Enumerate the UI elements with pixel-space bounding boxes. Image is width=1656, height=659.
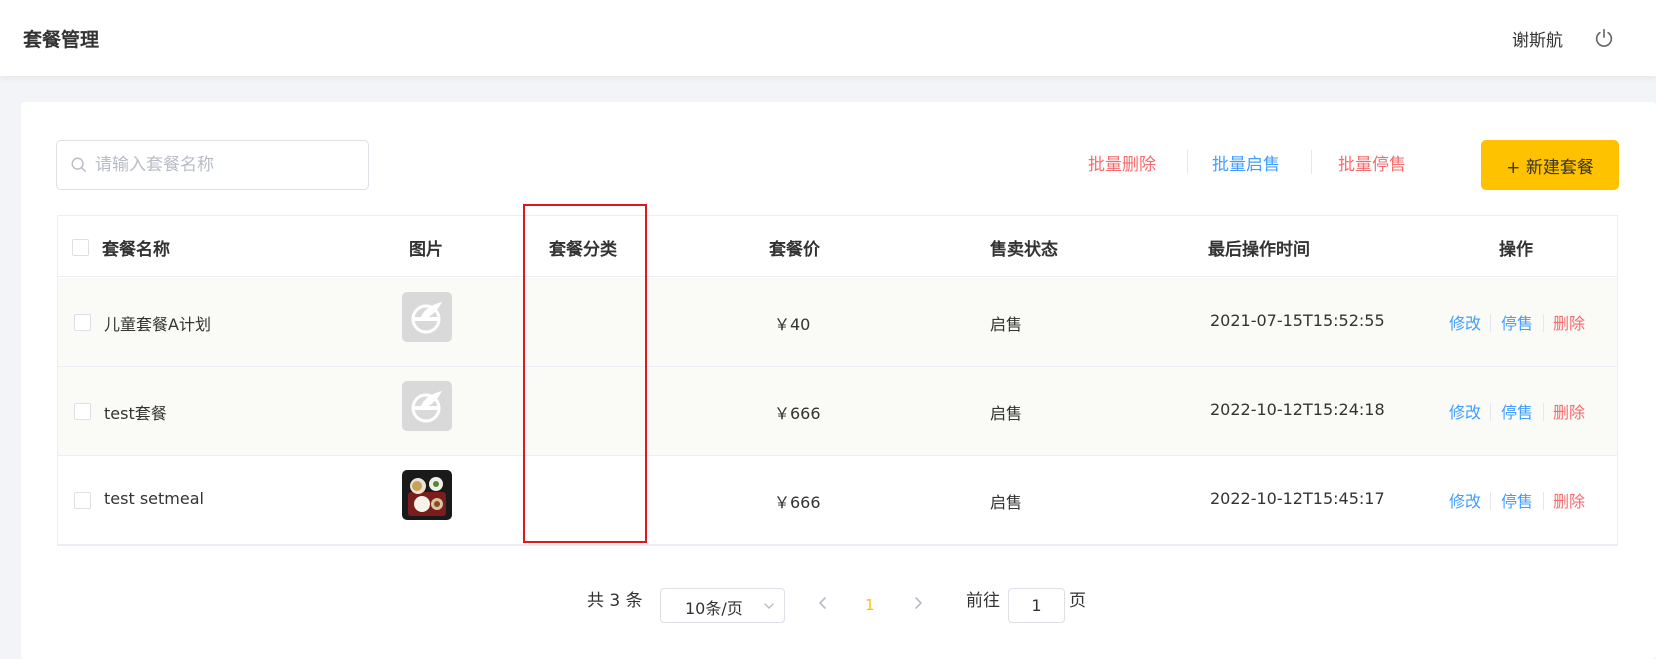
power-icon[interactable] xyxy=(1593,27,1615,49)
top-bar: 套餐管理 谢斯航 xyxy=(0,0,1656,76)
disable-link[interactable]: 停售 xyxy=(1501,310,1533,334)
setmeal-price: ￥40 xyxy=(774,315,811,334)
goto-page-input[interactable] xyxy=(1008,588,1065,623)
setmeal-table: 套餐名称 图片 套餐分类 套餐价 售卖状态 最后操作时间 操作 儿童套餐A计划 … xyxy=(57,215,1618,546)
setmeal-updated: 2022-10-12T15:24:18 xyxy=(1210,400,1385,419)
batch-disable-button[interactable]: 批量停售 xyxy=(1338,150,1406,175)
next-page-icon[interactable] xyxy=(910,594,926,612)
column-header-category: 套餐分类 xyxy=(549,240,617,260)
prev-page-icon[interactable] xyxy=(815,594,831,612)
goto-prefix: 前往 xyxy=(966,591,1000,611)
setmeal-name: test套餐 xyxy=(104,404,167,423)
new-setmeal-button[interactable]: + 新建套餐 xyxy=(1481,140,1619,190)
goto-suffix: 页 xyxy=(1069,591,1086,611)
column-header-actions: 操作 xyxy=(1499,240,1533,260)
edit-link[interactable]: 修改 xyxy=(1449,399,1481,423)
row-checkbox[interactable] xyxy=(74,314,91,331)
divider xyxy=(1490,492,1491,510)
divider xyxy=(1490,403,1491,421)
table-row: test setmeal ￥666 启售 2022-10-12T15:45:17… xyxy=(58,456,1617,545)
chevron-down-icon xyxy=(764,603,774,609)
setmeal-updated: 2022-10-12T15:45:17 xyxy=(1210,489,1385,508)
setmeal-price: ￥666 xyxy=(774,493,821,512)
row-checkbox[interactable] xyxy=(74,492,91,509)
delete-link[interactable]: 删除 xyxy=(1553,310,1585,334)
edit-link[interactable]: 修改 xyxy=(1449,488,1481,512)
select-all-checkbox[interactable] xyxy=(72,239,89,256)
setmeal-price: ￥666 xyxy=(774,404,821,423)
disable-link[interactable]: 停售 xyxy=(1501,399,1533,423)
batch-delete-button[interactable]: 批量删除 xyxy=(1088,150,1156,175)
divider xyxy=(1543,314,1544,332)
column-header-status: 售卖状态 xyxy=(990,240,1058,260)
delete-link[interactable]: 删除 xyxy=(1553,399,1585,423)
page-size-select[interactable]: 10条/页 xyxy=(660,588,785,623)
setmeal-name: test setmeal xyxy=(104,489,204,508)
setmeal-status: 启售 xyxy=(990,493,1023,512)
setmeal-status: 启售 xyxy=(990,404,1023,423)
placeholder-logo-icon xyxy=(402,292,452,342)
delete-link[interactable]: 删除 xyxy=(1553,488,1585,512)
column-header-price: 套餐价 xyxy=(769,240,820,260)
setmeal-status: 启售 xyxy=(990,315,1023,334)
setmeal-name: 儿童套餐A计划 xyxy=(104,315,211,334)
divider xyxy=(1490,314,1491,332)
divider xyxy=(1543,403,1544,421)
table-row: test套餐 ￥666 启售 2022-10-12T15:24:18 修改 停售… xyxy=(58,367,1617,456)
edit-link[interactable]: 修改 xyxy=(1449,310,1481,334)
column-header-name: 套餐名称 xyxy=(102,240,170,260)
page-number-current[interactable]: 1 xyxy=(865,596,875,614)
pagination-total: 共 3 条 xyxy=(587,591,643,611)
page-size-value: 10条/页 xyxy=(685,599,743,618)
disable-link[interactable]: 停售 xyxy=(1501,488,1533,512)
column-header-image: 图片 xyxy=(409,240,443,260)
user-name: 谢斯航 xyxy=(1512,31,1563,51)
setmeal-updated: 2021-07-15T15:52:55 xyxy=(1210,311,1385,330)
row-checkbox[interactable] xyxy=(74,403,91,420)
food-photo-icon xyxy=(402,470,452,520)
setmeal-image xyxy=(402,381,452,431)
divider xyxy=(1543,492,1544,510)
table-header: 套餐名称 图片 套餐分类 套餐价 售卖状态 最后操作时间 操作 xyxy=(58,216,1617,277)
divider xyxy=(1311,150,1312,174)
search-icon xyxy=(71,157,87,173)
setmeal-image xyxy=(402,292,452,342)
page-title: 套餐管理 xyxy=(23,29,100,51)
batch-enable-button[interactable]: 批量启售 xyxy=(1212,150,1280,175)
column-header-updated: 最后操作时间 xyxy=(1208,240,1310,260)
placeholder-logo-icon xyxy=(402,381,452,431)
setmeal-image xyxy=(402,470,452,520)
search-box[interactable] xyxy=(56,140,369,190)
table-row: 儿童套餐A计划 ￥40 启售 2021-07-15T15:52:55 修改 停售… xyxy=(58,278,1617,367)
search-input[interactable] xyxy=(95,142,363,188)
divider xyxy=(1187,150,1188,174)
